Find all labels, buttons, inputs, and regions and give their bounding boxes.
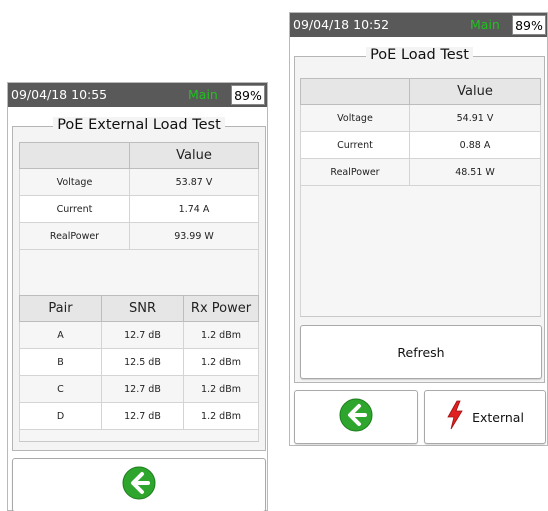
left-screen: 09/04/18 10:55 Main 89% PoE External Loa… — [7, 82, 268, 511]
table-row: B 12.5 dB 1.2 dBm — [19, 348, 259, 376]
refresh-button[interactable]: Refresh — [300, 325, 542, 379]
status-mode[interactable]: Main — [188, 87, 218, 102]
row-label: Voltage — [19, 168, 130, 196]
table-filler — [19, 249, 259, 296]
rx-cell: 1.2 dBm — [183, 375, 259, 403]
row-value: 53.87 V — [129, 168, 259, 196]
row-label: Current — [19, 195, 130, 223]
back-button[interactable] — [294, 390, 418, 444]
external-button[interactable]: External — [424, 390, 546, 444]
table-header-blank — [19, 142, 130, 169]
measurement-table: Value Voltage 54.91 V Current 0.88 A Rea… — [300, 78, 541, 317]
table-row: Voltage 53.87 V — [19, 168, 259, 196]
table-header-blank — [300, 78, 410, 105]
snr-cell: 12.5 dB — [101, 348, 184, 376]
row-value: 1.74 A — [129, 195, 259, 223]
table-header-value: Value — [409, 78, 541, 105]
row-value: 93.99 W — [129, 222, 259, 250]
table-header-value: Value — [129, 142, 259, 169]
snr-cell: 12.7 dB — [101, 375, 184, 403]
status-bar: 09/04/18 10:52 Main 89% — [290, 13, 547, 37]
row-label: Current — [300, 131, 410, 159]
table-row: RealPower 93.99 W — [19, 222, 259, 250]
status-time: 09/04/18 10:55 — [11, 87, 108, 102]
pair-cell: B — [19, 348, 102, 376]
measurement-table: Value Voltage 53.87 V Current 1.74 A Rea… — [19, 142, 259, 296]
rx-cell: 1.2 dBm — [183, 402, 259, 430]
back-button[interactable] — [12, 458, 266, 511]
pair-header: Pair — [19, 295, 102, 322]
battery-indicator: 89% — [231, 85, 265, 105]
page-title: PoE External Load Test — [13, 117, 265, 133]
pair-cell: D — [19, 402, 102, 430]
row-label: RealPower — [300, 158, 410, 186]
battery-indicator: 89% — [512, 15, 546, 35]
back-arrow-icon — [122, 466, 156, 504]
row-value: 48.51 W — [409, 158, 541, 186]
pair-cell: C — [19, 375, 102, 403]
table-row: D 12.7 dB 1.2 dBm — [19, 402, 259, 430]
snr-cell: 12.7 dB — [101, 402, 184, 430]
pair-table: Pair SNR Rx Power A 12.7 dB 1.2 dBm B 12… — [19, 295, 259, 442]
table-row: A 12.7 dB 1.2 dBm — [19, 321, 259, 349]
table-row: C 12.7 dB 1.2 dBm — [19, 375, 259, 403]
snr-header: SNR — [101, 295, 184, 322]
rx-power-header: Rx Power — [183, 295, 259, 322]
pair-cell: A — [19, 321, 102, 349]
rx-cell: 1.2 dBm — [183, 321, 259, 349]
table-row: Voltage 54.91 V — [300, 104, 541, 132]
external-label: External — [472, 409, 524, 425]
right-screen: 09/04/18 10:52 Main 89% PoE Load Test Va… — [289, 12, 548, 446]
rx-cell: 1.2 dBm — [183, 348, 259, 376]
page-title: PoE Load Test — [295, 47, 544, 63]
table-filler — [19, 429, 259, 442]
row-value: 0.88 A — [409, 131, 541, 159]
table-row: Current 0.88 A — [300, 131, 541, 159]
lightning-icon — [446, 400, 464, 434]
status-time: 09/04/18 10:52 — [293, 17, 390, 32]
back-arrow-icon — [339, 398, 373, 436]
table-filler — [300, 185, 541, 317]
table-row: RealPower 48.51 W — [300, 158, 541, 186]
snr-cell: 12.7 dB — [101, 321, 184, 349]
row-value: 54.91 V — [409, 104, 541, 132]
row-label: RealPower — [19, 222, 130, 250]
status-mode[interactable]: Main — [470, 17, 500, 32]
row-label: Voltage — [300, 104, 410, 132]
refresh-label: Refresh — [397, 344, 445, 360]
load-test-panel: PoE Load Test Value Voltage 54.91 V Curr… — [294, 47, 545, 383]
status-bar: 09/04/18 10:55 Main 89% — [8, 83, 267, 107]
table-row: Current 1.74 A — [19, 195, 259, 223]
load-test-panel: PoE External Load Test Value Voltage 53.… — [12, 117, 266, 451]
